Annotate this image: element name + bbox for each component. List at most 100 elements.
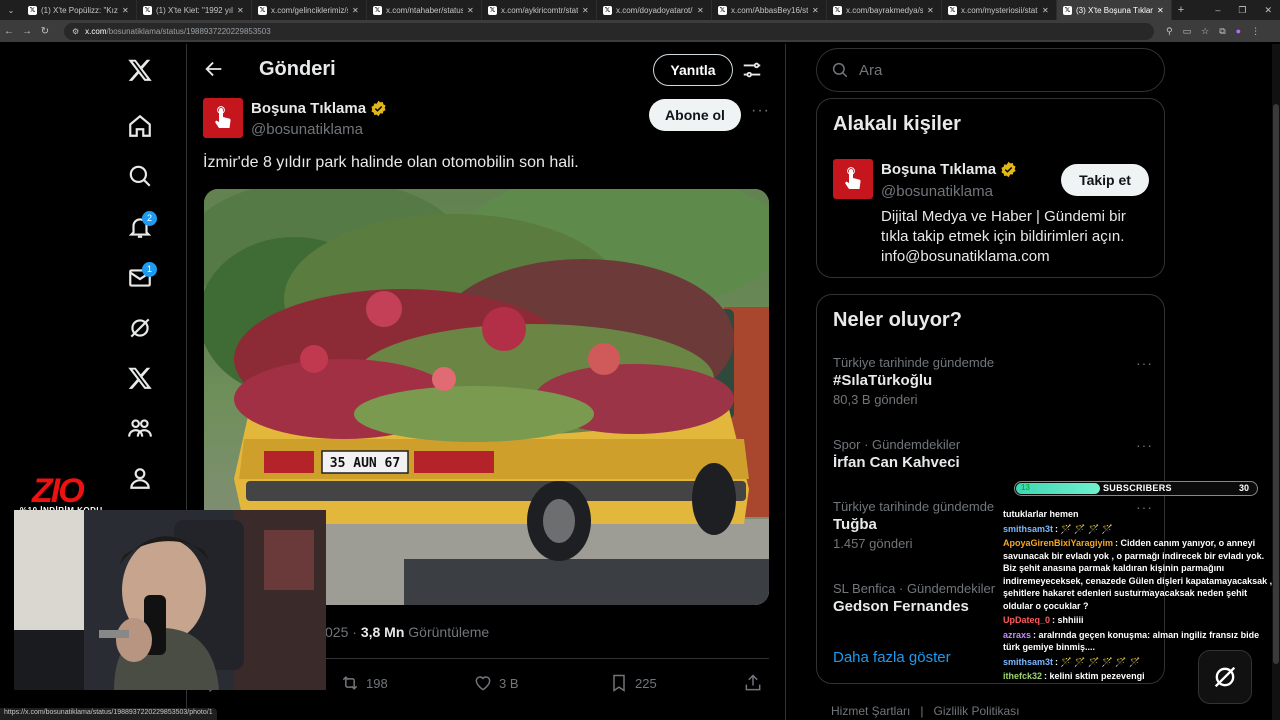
share-icon: [745, 674, 761, 691]
related-name[interactable]: Boşuna Tıklama: [881, 161, 1017, 178]
tab-close-icon[interactable]: ✕: [122, 6, 130, 15]
chat-text: Cidden canım yanıyor, o anneyi savunacak…: [1003, 538, 1273, 611]
browser-tab[interactable]: 𝕏x.com/aykiricomtr/status/198 ✕: [482, 0, 597, 20]
subscribe-button[interactable]: Abone ol: [649, 99, 741, 131]
browser-tab[interactable]: 𝕏x.com/AbbasBey16/status/19 ✕: [712, 0, 827, 20]
verified-badge-icon: [1001, 161, 1016, 178]
trend-more-icon[interactable]: ···: [1136, 355, 1153, 371]
forward-nav-icon[interactable]: →: [18, 26, 36, 37]
maximize-icon[interactable]: ❐: [1238, 5, 1246, 16]
footer-divider: |: [920, 704, 924, 718]
trend-item[interactable]: Spor · Gündemdekiler İrfan Can Kahveci ·…: [833, 437, 1153, 471]
related-people-title: Alakalı kişiler: [833, 113, 961, 135]
browser-tab[interactable]: 𝕏x.com/ntahaber/status/19893 ✕: [367, 0, 482, 20]
tab-title: x.com/AbbasBey16/status/19: [731, 5, 808, 15]
search-input[interactable]: Ara: [816, 48, 1165, 92]
minimize-icon[interactable]: –: [1215, 5, 1220, 15]
tab-close-icon[interactable]: ✕: [582, 6, 590, 15]
site-info-icon[interactable]: ⚙: [72, 27, 79, 36]
reload-icon[interactable]: ↻: [36, 26, 54, 37]
browser-tab[interactable]: 𝕏x.com/gelinciklerimiz/status/1 ✕: [252, 0, 367, 20]
post-text: İzmir'de 8 yıldır park halinde olan otom…: [203, 154, 579, 171]
x-favicon-icon: 𝕏: [603, 5, 612, 15]
x-favicon-icon: 𝕏: [948, 5, 957, 15]
browser-tab[interactable]: 𝕏 (3) X'te Boşuna Tıklama: "İzmir ✕: [1057, 0, 1172, 20]
trend-count: 80,3 B gönderi: [833, 392, 918, 407]
chat-message: smithsam3t: 🪄 🪄 🪄 🪄: [1003, 523, 1275, 536]
chat-message: UpDateq_0: shhiiii: [1003, 614, 1275, 627]
tab-close-icon[interactable]: ✕: [237, 6, 245, 15]
chat-text: 🪄 🪄 🪄 🪄 🪄 🪄: [1060, 656, 1141, 667]
reply-button[interactable]: Yanıtla: [653, 54, 733, 86]
related-handle[interactable]: @bosunatiklama: [881, 183, 993, 200]
follow-button[interactable]: Takip et: [1061, 164, 1149, 196]
browser-tab[interactable]: 𝕏x.com/mysteriosii/status/198 ✕: [942, 0, 1057, 20]
notifications-badge: 2: [142, 211, 157, 226]
tab-close-icon[interactable]: ✕: [812, 6, 820, 15]
tab-close-icon[interactable]: ✕: [352, 6, 360, 15]
browser-tab[interactable]: 𝕏x.com/bayrakmedya/status/1 ✕: [827, 0, 942, 20]
browser-menu-icon[interactable]: ⋮: [1251, 26, 1260, 37]
grok-floating-button[interactable]: [1198, 650, 1252, 704]
extensions-icon[interactable]: ⧉: [1219, 26, 1225, 37]
tab-close-icon[interactable]: ✕: [1157, 6, 1165, 15]
trend-more-icon[interactable]: ···: [1136, 437, 1153, 453]
tab-close-icon[interactable]: ✕: [697, 6, 705, 15]
trend-item[interactable]: Türkiye tarihinde gündemde #SılaTürkoğlu…: [833, 355, 1153, 407]
browser-tab[interactable]: 𝕏 (1) X'te Popülizz: "Kızılcık Şer ✕: [22, 0, 137, 20]
x-favicon-icon: 𝕏: [373, 5, 382, 15]
reply-filter-icon[interactable]: [741, 59, 763, 81]
notifications-bell-icon[interactable]: 2: [110, 207, 170, 247]
back-arrow-icon[interactable]: [203, 58, 225, 80]
like-action[interactable]: 3 B: [473, 673, 519, 693]
author-handle[interactable]: @bosunatiklama: [251, 121, 363, 138]
browser-tab[interactable]: 𝕏x.com/doyadoyatarot/status/ ✕: [597, 0, 712, 20]
explore-search-icon[interactable]: [110, 156, 170, 196]
tab-close-icon[interactable]: ✕: [467, 6, 475, 15]
address-bar[interactable]: ⚙ x.com/bosunatiklama/status/19889372202…: [64, 22, 1154, 40]
heart-icon: [475, 676, 491, 691]
x-favicon-icon: 𝕏: [258, 5, 267, 15]
new-tab-button[interactable]: +: [1172, 4, 1190, 16]
premium-x-icon[interactable]: [110, 358, 170, 398]
bookmark-star-icon[interactable]: ☆: [1201, 26, 1209, 37]
grok-icon[interactable]: [110, 308, 170, 348]
x-logo-icon[interactable]: [110, 50, 170, 90]
close-window-icon[interactable]: ✕: [1264, 5, 1272, 16]
chat-message: ApoyaGirenBixiYaragiyim: Cidden canım ya…: [1003, 537, 1275, 612]
cast-icon[interactable]: ▭: [1183, 26, 1192, 37]
tab-close-icon[interactable]: ✕: [927, 6, 935, 15]
browser-tab[interactable]: 𝕏 (1) X'te Kiet: "1992 yılında Naz ✕: [137, 0, 252, 20]
chat-text: 🪄 🪄 🪄 🪄: [1060, 523, 1113, 534]
profile-icon[interactable]: ●: [1236, 26, 1241, 37]
search-placeholder: Ara: [859, 61, 883, 79]
share-action[interactable]: [743, 673, 763, 693]
show-more-link[interactable]: Daha fazla göster: [833, 649, 951, 666]
home-icon[interactable]: [110, 106, 170, 146]
chat-username: ApoyaGirenBixiYaragiyim: [1003, 538, 1114, 548]
communities-icon[interactable]: [110, 408, 170, 448]
tab-title: (1) X'te Kiet: "1992 yılında Naz: [156, 5, 233, 15]
license-plate-text: 35 AUN 67: [330, 456, 400, 471]
zoom-icon[interactable]: ⚲: [1166, 26, 1173, 37]
tab-title: x.com/bayrakmedya/status/1: [846, 5, 923, 15]
views-count: 3,8 Mn: [360, 624, 405, 640]
messages-mail-icon[interactable]: 1: [110, 258, 170, 298]
author-name[interactable]: Boşuna Tıklama: [251, 100, 387, 117]
retweet-action[interactable]: 198: [340, 673, 388, 693]
tab-search-icon[interactable]: ⌄: [0, 6, 22, 15]
post-more-icon[interactable]: ···: [751, 102, 770, 120]
trend-name: #SılaTürkoğlu: [833, 372, 933, 389]
terms-link[interactable]: Hizmet Şartları: [831, 704, 910, 718]
grok-icon: [1214, 666, 1236, 688]
related-avatar[interactable]: [833, 159, 873, 199]
related-people-card: Alakalı kişiler Boşuna Tıklama @bosunati…: [816, 98, 1165, 278]
browser-tab-bar: ⌄ 𝕏 (1) X'te Popülizz: "Kızılcık Şer ✕ 𝕏 (1)…: [0, 0, 1280, 20]
back-nav-icon[interactable]: ←: [0, 26, 18, 37]
tab-title: x.com/aykiricomtr/status/198: [501, 5, 578, 15]
author-avatar[interactable]: [203, 98, 243, 138]
browser-toolbar: ← → ↻ ⚙ x.com/bosunatiklama/status/19889…: [0, 20, 1280, 42]
x-favicon-icon: 𝕏: [488, 5, 497, 15]
tab-close-icon[interactable]: ✕: [1042, 6, 1050, 15]
bookmark-action[interactable]: 225: [609, 673, 657, 693]
